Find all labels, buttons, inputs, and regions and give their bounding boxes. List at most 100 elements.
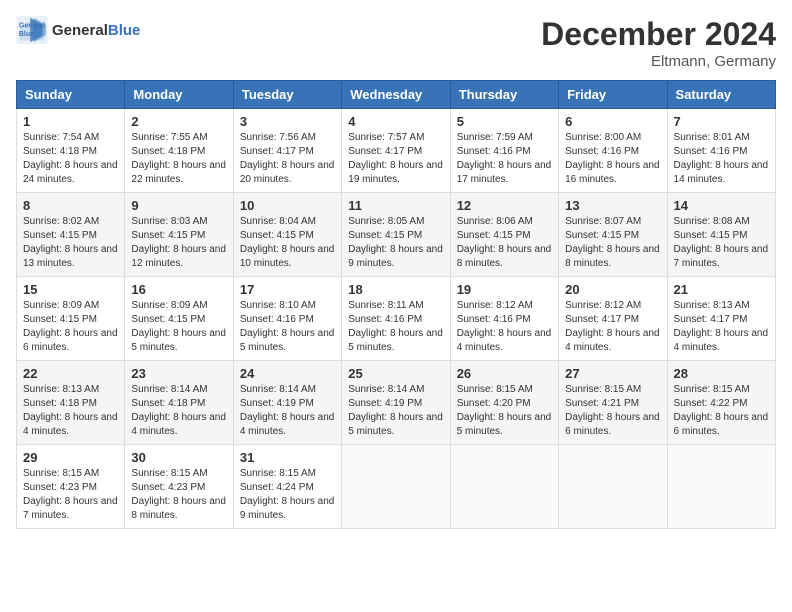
cell-content: Sunrise: 8:05 AMSunset: 4:15 PMDaylight:…: [348, 215, 443, 271]
calendar-cell: 18 Sunrise: 8:11 AMSunset: 4:16 PMDayligh…: [342, 277, 450, 361]
day-number: 25: [348, 366, 443, 381]
day-number: 28: [674, 366, 769, 381]
calendar-cell: 28 Sunrise: 8:15 AMSunset: 4:22 PMDayligh…: [667, 361, 775, 445]
column-header-wednesday: Wednesday: [342, 81, 450, 109]
cell-content: Sunrise: 8:10 AMSunset: 4:16 PMDaylight:…: [240, 299, 335, 355]
cell-content: Sunrise: 8:15 AMSunset: 4:23 PMDaylight:…: [23, 467, 118, 523]
day-number: 22: [23, 366, 118, 381]
calendar-cell: 13Sunrise: 8:07 AMSunset: 4:15 PMDayligh…: [559, 193, 667, 277]
month-title: December 2024: [541, 16, 776, 53]
day-number: 29: [23, 450, 118, 465]
cell-content: Sunrise: 8:13 AMSunset: 4:17 PMDaylight:…: [674, 299, 769, 355]
cell-content: Sunrise: 8:08 AMSunset: 4:15 PMDaylight:…: [674, 215, 769, 271]
cell-content: Sunrise: 8:13 AMSunset: 4:18 PMDaylight:…: [23, 383, 118, 439]
day-number: 31: [240, 450, 335, 465]
column-header-sunday: Sunday: [17, 81, 125, 109]
calendar-header-row: SundayMondayTuesdayWednesdayThursdayFrid…: [17, 81, 776, 109]
cell-content: Sunrise: 7:57 AMSunset: 4:17 PMDaylight:…: [348, 131, 443, 187]
column-header-thursday: Thursday: [450, 81, 558, 109]
day-number: 2: [131, 114, 226, 129]
cell-content: Sunrise: 8:15 AMSunset: 4:24 PMDaylight:…: [240, 467, 335, 523]
column-header-saturday: Saturday: [667, 81, 775, 109]
day-number: 16: [131, 282, 226, 297]
calendar-cell: 23 Sunrise: 8:14 AMSunset: 4:18 PMDayligh…: [125, 361, 233, 445]
day-number: 23: [131, 366, 226, 381]
title-area: December 2024 Eltmann, Germany: [541, 16, 776, 70]
logo-icon: General Blue: [16, 16, 48, 44]
cell-content: Sunrise: 8:02 AMSunset: 4:15 PMDaylight:…: [23, 215, 118, 271]
day-number: 18: [348, 282, 443, 297]
day-number: 17: [240, 282, 335, 297]
calendar-cell: [559, 445, 667, 529]
day-number: 19: [457, 282, 552, 297]
calendar-cell: 10Sunrise: 8:04 AMSunset: 4:15 PMDayligh…: [233, 193, 341, 277]
day-number: 4: [348, 114, 443, 129]
day-number: 12: [457, 198, 552, 213]
logo: General Blue GeneralBlue: [16, 16, 140, 44]
day-number: 20: [565, 282, 660, 297]
cell-content: Sunrise: 8:15 AMSunset: 4:21 PMDaylight:…: [565, 383, 660, 439]
week-row-3: 15Sunrise: 8:09 AMSunset: 4:15 PMDayligh…: [17, 277, 776, 361]
cell-content: Sunrise: 8:03 AMSunset: 4:15 PMDaylight:…: [131, 215, 226, 271]
calendar-cell: 15Sunrise: 8:09 AMSunset: 4:15 PMDayligh…: [17, 277, 125, 361]
cell-content: Sunrise: 8:07 AMSunset: 4:15 PMDaylight:…: [565, 215, 660, 271]
svg-text:Blue: Blue: [19, 31, 34, 38]
day-number: 27: [565, 366, 660, 381]
cell-content: Sunrise: 7:56 AMSunset: 4:17 PMDaylight:…: [240, 131, 335, 187]
calendar-cell: 26 Sunrise: 8:15 AMSunset: 4:20 PMDayligh…: [450, 361, 558, 445]
calendar-cell: 8Sunrise: 8:02 AMSunset: 4:15 PMDaylight…: [17, 193, 125, 277]
calendar-cell: 29 Sunrise: 8:15 AMSunset: 4:23 PMDayligh…: [17, 445, 125, 529]
calendar-cell: 17 Sunrise: 8:10 AMSunset: 4:16 PMDayligh…: [233, 277, 341, 361]
cell-content: Sunrise: 7:55 AMSunset: 4:18 PMDaylight:…: [131, 131, 226, 187]
cell-content: Sunrise: 8:15 AMSunset: 4:23 PMDaylight:…: [131, 467, 226, 523]
calendar-cell: 12Sunrise: 8:06 AMSunset: 4:15 PMDayligh…: [450, 193, 558, 277]
day-number: 21: [674, 282, 769, 297]
cell-content: Sunrise: 8:14 AMSunset: 4:19 PMDaylight:…: [348, 383, 443, 439]
day-number: 1: [23, 114, 118, 129]
week-row-2: 8Sunrise: 8:02 AMSunset: 4:15 PMDaylight…: [17, 193, 776, 277]
calendar-cell: 24Sunrise: 8:14 AMSunset: 4:19 PMDayligh…: [233, 361, 341, 445]
calendar-cell: 20 Sunrise: 8:12 AMSunset: 4:17 PMDayligh…: [559, 277, 667, 361]
calendar-cell: [450, 445, 558, 529]
calendar-cell: 22 Sunrise: 8:13 AMSunset: 4:18 PMDayligh…: [17, 361, 125, 445]
day-number: 7: [674, 114, 769, 129]
column-header-monday: Monday: [125, 81, 233, 109]
week-row-1: 1 Sunrise: 7:54 AMSunset: 4:18 PMDaylight…: [17, 109, 776, 193]
calendar-cell: 5 Sunrise: 7:59 AMSunset: 4:16 PMDaylight…: [450, 109, 558, 193]
column-header-tuesday: Tuesday: [233, 81, 341, 109]
day-number: 5: [457, 114, 552, 129]
location: Eltmann, Germany: [541, 53, 776, 70]
calendar-cell: 6Sunrise: 8:00 AMSunset: 4:16 PMDaylight…: [559, 109, 667, 193]
logo-text: GeneralBlue: [52, 22, 140, 39]
cell-content: Sunrise: 8:04 AMSunset: 4:15 PMDaylight:…: [240, 215, 335, 271]
calendar-cell: 14 Sunrise: 8:08 AMSunset: 4:15 PMDayligh…: [667, 193, 775, 277]
calendar-cell: 21 Sunrise: 8:13 AMSunset: 4:17 PMDayligh…: [667, 277, 775, 361]
cell-content: Sunrise: 8:01 AMSunset: 4:16 PMDaylight:…: [674, 131, 769, 187]
cell-content: Sunrise: 8:00 AMSunset: 4:16 PMDaylight:…: [565, 131, 660, 187]
calendar-cell: 19 Sunrise: 8:12 AMSunset: 4:16 PMDayligh…: [450, 277, 558, 361]
day-number: 30: [131, 450, 226, 465]
calendar-cell: 3Sunrise: 7:56 AMSunset: 4:17 PMDaylight…: [233, 109, 341, 193]
calendar-cell: 1 Sunrise: 7:54 AMSunset: 4:18 PMDaylight…: [17, 109, 125, 193]
day-number: 24: [240, 366, 335, 381]
calendar-cell: 25 Sunrise: 8:14 AMSunset: 4:19 PMDayligh…: [342, 361, 450, 445]
cell-content: Sunrise: 7:59 AMSunset: 4:16 PMDaylight:…: [457, 131, 552, 187]
calendar-cell: [342, 445, 450, 529]
cell-content: Sunrise: 8:11 AMSunset: 4:16 PMDaylight:…: [348, 299, 443, 355]
day-number: 14: [674, 198, 769, 213]
cell-content: Sunrise: 7:54 AMSunset: 4:18 PMDaylight:…: [23, 131, 118, 187]
calendar-cell: 2 Sunrise: 7:55 AMSunset: 4:18 PMDaylight…: [125, 109, 233, 193]
calendar-cell: 11Sunrise: 8:05 AMSunset: 4:15 PMDayligh…: [342, 193, 450, 277]
cell-content: Sunrise: 8:12 AMSunset: 4:17 PMDaylight:…: [565, 299, 660, 355]
cell-content: Sunrise: 8:12 AMSunset: 4:16 PMDaylight:…: [457, 299, 552, 355]
calendar-cell: 30 Sunrise: 8:15 AMSunset: 4:23 PMDayligh…: [125, 445, 233, 529]
cell-content: Sunrise: 8:15 AMSunset: 4:20 PMDaylight:…: [457, 383, 552, 439]
week-row-4: 22 Sunrise: 8:13 AMSunset: 4:18 PMDayligh…: [17, 361, 776, 445]
cell-content: Sunrise: 8:14 AMSunset: 4:18 PMDaylight:…: [131, 383, 226, 439]
week-row-5: 29 Sunrise: 8:15 AMSunset: 4:23 PMDayligh…: [17, 445, 776, 529]
cell-content: Sunrise: 8:15 AMSunset: 4:22 PMDaylight:…: [674, 383, 769, 439]
cell-content: Sunrise: 8:09 AMSunset: 4:15 PMDaylight:…: [131, 299, 226, 355]
day-number: 26: [457, 366, 552, 381]
column-header-friday: Friday: [559, 81, 667, 109]
svg-text:General: General: [19, 22, 45, 29]
